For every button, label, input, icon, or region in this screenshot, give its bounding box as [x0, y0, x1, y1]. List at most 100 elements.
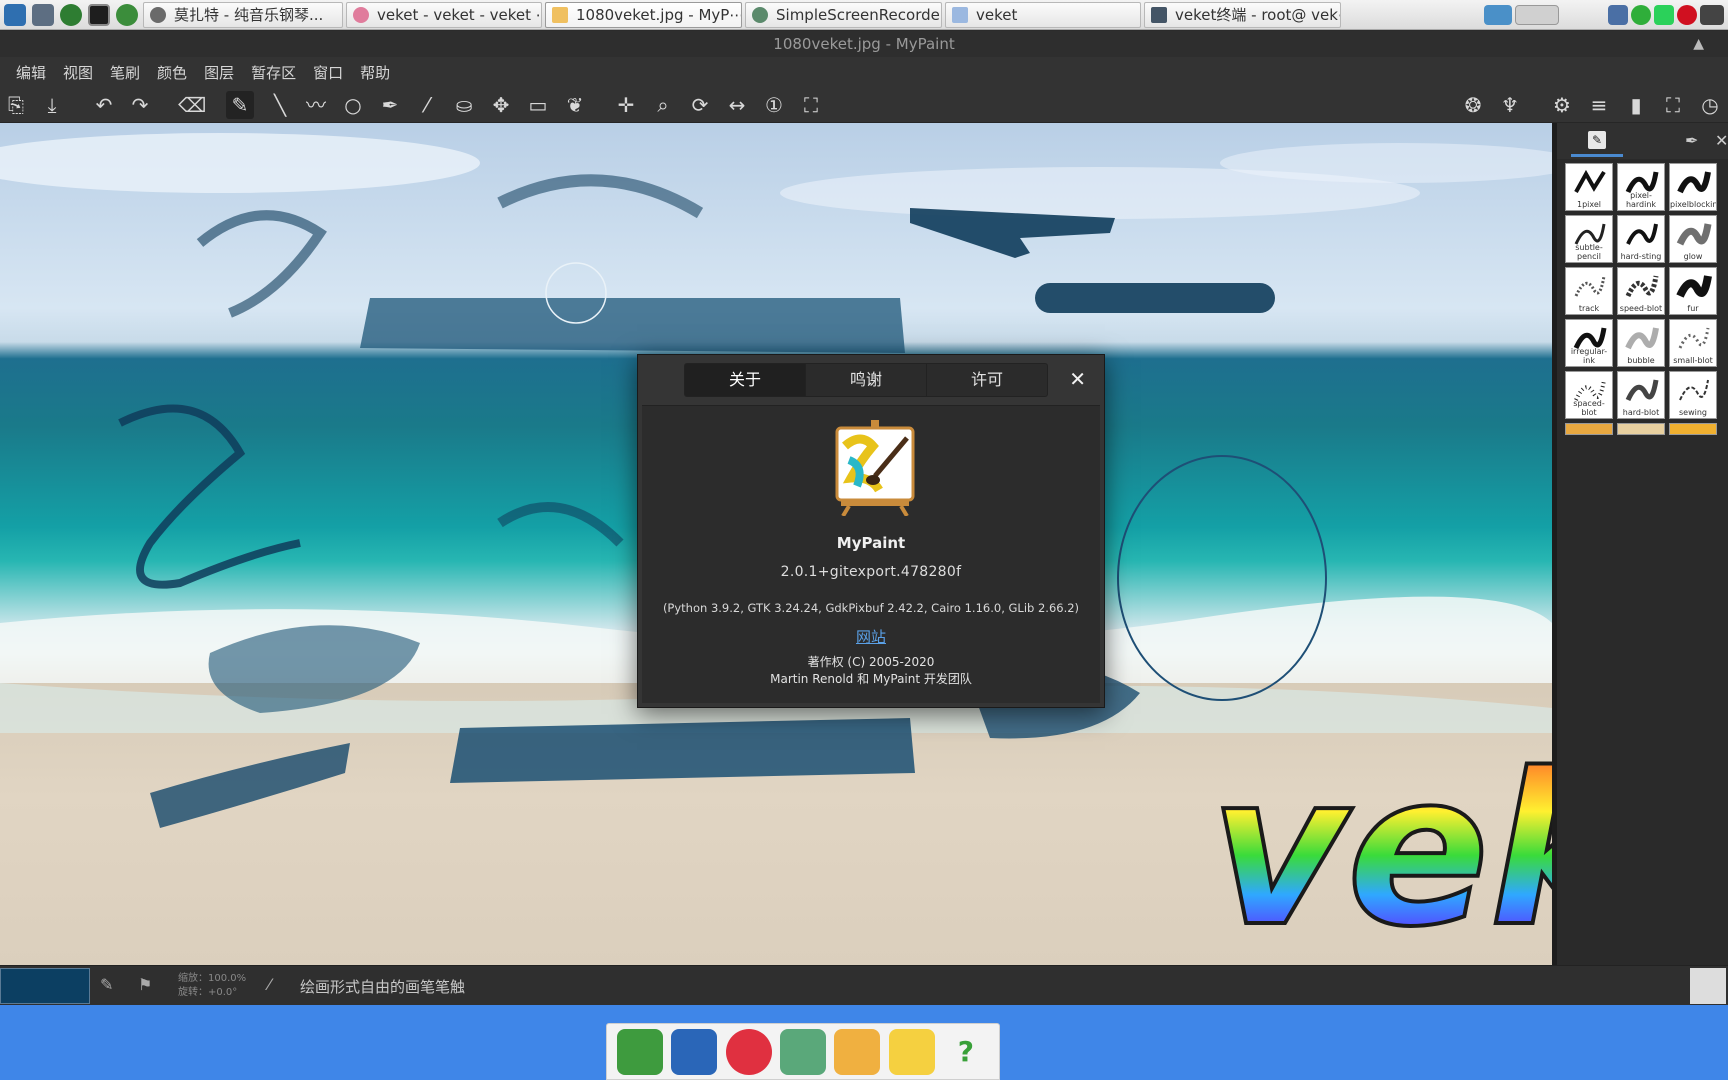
task-veket-folder[interactable]: veket: [945, 1, 1141, 28]
ellipse-icon[interactable]: ○: [339, 91, 367, 119]
brush-small-blot[interactable]: small-blot: [1669, 319, 1717, 367]
menu-layer[interactable]: 图层: [204, 62, 234, 83]
brush-hard-sting[interactable]: hard-sting: [1617, 215, 1665, 263]
fullscreen-view-icon[interactable]: ⛶: [797, 91, 825, 119]
move-layer-icon[interactable]: ✥: [487, 91, 515, 119]
menu-edit[interactable]: 编辑: [16, 62, 46, 83]
mypaint-logo-icon: [835, 420, 915, 516]
fill-icon[interactable]: ⛀: [450, 91, 478, 119]
brush-row-partial[interactable]: [1669, 423, 1717, 435]
task-music-player[interactable]: 莫扎特 - 纯音乐钢琴...: [143, 1, 343, 28]
brush-tab-icon[interactable]: ✒: [1685, 131, 1698, 150]
storage-icon[interactable]: [1654, 5, 1674, 25]
redo-icon[interactable]: ↷: [126, 91, 154, 119]
undo-icon[interactable]: ↶: [90, 91, 118, 119]
color-picker-icon[interactable]: ⁄: [413, 91, 441, 119]
clock-icon[interactable]: ◷: [1696, 91, 1724, 119]
launcher-browser-icon[interactable]: [114, 2, 140, 28]
record-icon[interactable]: [1677, 5, 1697, 25]
about-dialog: 关于 鸣谢 许可 ✕ MyPaint 2.0.1+gitexport.47828…: [637, 354, 1105, 708]
music-app-icon: [150, 6, 166, 23]
layers-icon[interactable]: ≡: [1585, 91, 1613, 119]
brush-row-partial[interactable]: [1565, 423, 1613, 435]
brush-glow[interactable]: glow: [1669, 215, 1717, 263]
paint-palette-icon[interactable]: [834, 1028, 881, 1075]
notes-icon[interactable]: [779, 1028, 826, 1075]
menu-color[interactable]: 颜色: [157, 62, 187, 83]
zoom-view-icon[interactable]: ⌕: [649, 91, 677, 119]
brush-hard-blot[interactable]: hard-blot: [1617, 371, 1665, 419]
brush-pixel-hardink[interactable]: pixel-hardink: [1617, 163, 1665, 211]
brush-spaced-blot[interactable]: spaced-blot: [1565, 371, 1613, 419]
task-veket-browser[interactable]: veket - veket - veket ⋯: [346, 1, 542, 28]
freehand-brush-icon[interactable]: ✎: [226, 91, 254, 119]
monitor-icon[interactable]: [671, 1028, 718, 1075]
network-monitor-icon[interactable]: [1484, 5, 1512, 25]
gear-icon[interactable]: ⚙: [1548, 91, 1576, 119]
tab-about[interactable]: 关于: [685, 364, 806, 396]
save-icon[interactable]: ⤓: [38, 91, 66, 119]
workspace-switcher-icon[interactable]: [1515, 5, 1559, 25]
menu-brush[interactable]: 笔刷: [110, 62, 140, 83]
brush-irregular-ink[interactable]: irregular-ink: [1565, 319, 1613, 367]
brush-sewing[interactable]: sewing: [1669, 371, 1717, 419]
brush-track[interactable]: track: [1565, 267, 1613, 315]
website-link[interactable]: 网站: [642, 626, 1100, 647]
rotate-view-icon[interactable]: ⟳: [686, 91, 714, 119]
close-dock-icon[interactable]: ✕: [1715, 131, 1728, 150]
help-icon[interactable]: ?: [942, 1028, 989, 1075]
current-color-swatch[interactable]: [0, 968, 90, 1004]
task-mypaint[interactable]: 1080veket.jpg - MyP⋯: [545, 1, 742, 28]
brush-1pixel[interactable]: 1pixel: [1565, 163, 1613, 211]
scratchpad-icon[interactable]: ▮: [1622, 91, 1650, 119]
launcher-desktop-icon[interactable]: [2, 2, 28, 28]
dock-tab-brushes[interactable]: ✎: [1571, 125, 1623, 157]
task-label: veket - veket - veket ⋯: [377, 5, 542, 24]
lines-curves-icon[interactable]: ╲: [266, 91, 294, 119]
brush-pixelblocking[interactable]: pixelblocking: [1669, 163, 1717, 211]
lion-app-icon[interactable]: [888, 1028, 935, 1075]
pan-view-icon[interactable]: ✛: [612, 91, 640, 119]
menu-scratchpad[interactable]: 暂存区: [251, 62, 296, 83]
symmetry-icon[interactable]: ❦: [561, 91, 589, 119]
brush-preview-icon[interactable]: [1690, 968, 1726, 1004]
menu-window[interactable]: 窗口: [313, 62, 343, 83]
fullscreen-icon[interactable]: ⛶: [1659, 91, 1687, 119]
library-versions: (Python 3.9.2, GTK 3.24.24, GdkPixbuf 2.…: [662, 601, 1080, 615]
brush-row-partial[interactable]: [1617, 423, 1665, 435]
connected-lines-icon[interactable]: 〰: [302, 91, 330, 119]
task-terminal[interactable]: veket终端 - root@ vek⋯: [1144, 1, 1341, 28]
flag-icon[interactable]: ⚑: [138, 975, 152, 994]
keyboard-icon[interactable]: [1700, 5, 1724, 25]
brush-group-icon: ✎: [1588, 130, 1606, 149]
inking-icon[interactable]: ✒: [376, 91, 404, 119]
file-manager-icon[interactable]: [617, 1028, 664, 1075]
tab-license[interactable]: 许可: [927, 364, 1047, 396]
eraser-icon[interactable]: ⌫: [178, 91, 206, 119]
edit-icon[interactable]: ✎: [100, 975, 113, 994]
task-screen-recorder[interactable]: SimpleScreenRecorder: [745, 1, 942, 28]
shield-icon[interactable]: [1631, 5, 1651, 25]
pin-icon[interactable]: ▲: [1693, 31, 1704, 57]
menu-help[interactable]: 帮助: [360, 62, 390, 83]
mascot-icon[interactable]: [725, 1028, 772, 1075]
reset-zoom-icon[interactable]: ①: [760, 91, 788, 119]
tab-credits[interactable]: 鸣谢: [806, 364, 927, 396]
close-icon[interactable]: ✕: [1069, 369, 1086, 389]
color-wheel-icon[interactable]: ❂: [1459, 91, 1487, 119]
launcher-settings-icon[interactable]: [30, 2, 56, 28]
network-icon[interactable]: [1608, 5, 1628, 25]
open-file-icon[interactable]: ⎘: [2, 91, 30, 119]
brush-fur[interactable]: fur: [1669, 267, 1717, 315]
launcher-play-icon[interactable]: [58, 2, 84, 28]
brush-settings-icon[interactable]: ♆: [1496, 91, 1524, 119]
window-title: 1080veket.jpg - MyPaint: [773, 35, 955, 53]
brush-bubble[interactable]: bubble: [1617, 319, 1665, 367]
menu-view[interactable]: 视图: [63, 62, 93, 83]
frame-icon[interactable]: ▭: [524, 91, 552, 119]
brush-speed-blot[interactable]: speed-blot: [1617, 267, 1665, 315]
launcher-terminal-icon[interactable]: [86, 2, 112, 28]
brush-subtle-pencil[interactable]: subtle-pencil: [1565, 215, 1613, 263]
task-label: SimpleScreenRecorder: [776, 5, 942, 24]
fit-view-icon[interactable]: ↔: [723, 91, 751, 119]
